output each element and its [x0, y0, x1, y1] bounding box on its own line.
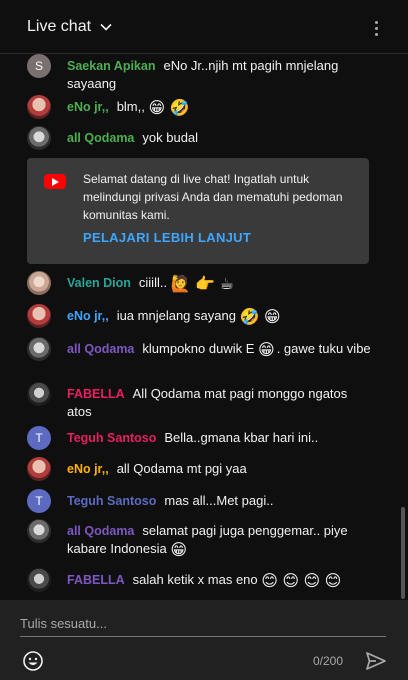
author-name[interactable]: all Qodama — [67, 131, 134, 145]
avatar[interactable] — [27, 337, 51, 361]
message-text: salah ketik x mas eno — [132, 572, 258, 587]
author-name[interactable]: all Qodama — [67, 524, 134, 538]
avatar[interactable] — [27, 95, 51, 119]
emoji-group: 🤣 😁 — [239, 309, 281, 326]
author-name[interactable]: eNo jr,, — [67, 462, 109, 476]
message-text: klumpokno duwik E — [142, 341, 255, 356]
avatar[interactable]: T — [27, 426, 51, 450]
emoji-group: 😁 🤣 — [148, 100, 190, 117]
youtube-icon — [44, 174, 66, 189]
avatar[interactable] — [27, 304, 51, 328]
author-name[interactable]: all Qodama — [67, 342, 134, 356]
send-icon[interactable] — [364, 650, 388, 672]
avatar[interactable] — [27, 126, 51, 150]
message-input[interactable] — [20, 614, 386, 633]
more-vert-icon[interactable] — [368, 18, 384, 38]
avatar[interactable] — [27, 568, 51, 592]
avatar[interactable] — [27, 271, 51, 295]
message-text: yok budal — [142, 130, 199, 145]
chat-message: FABELLA All Qodama mat pagi monggo ngatos… — [27, 382, 372, 421]
message-text: Bella..gmana kbar hari ini.. — [164, 430, 319, 445]
author-name[interactable]: Teguh Santoso — [67, 431, 156, 445]
chat-message: all Qodama klumpokno duwik E 😁. gawe tuku… — [27, 337, 372, 361]
author-name[interactable]: FABELLA — [67, 573, 125, 587]
chat-message: eNo jr,, blm,, 😁 🤣 — [27, 95, 372, 119]
chat-message: FABELLA salah ketik x mas eno 😊 😊 😊 😊 — [27, 568, 372, 592]
message-text: all Qodama mt pgi yaa — [116, 461, 247, 476]
author-name[interactable]: Saekan Apikan — [67, 59, 155, 73]
message-text: iua mnjelang sayang — [116, 308, 236, 323]
chat-feed: S Saekan Apikan eNo Jr..njih mt pagih mnj… — [0, 54, 408, 600]
chat-message: eNo jr,, all Qodama mt pgi yaa — [27, 457, 372, 481]
chat-message: all Qodama selamat pagi juga penggemar.. … — [27, 519, 372, 560]
avatar[interactable] — [27, 519, 51, 543]
char-counter: 0/200 — [313, 654, 344, 668]
avatar[interactable] — [27, 382, 51, 406]
welcome-notice: Selamat datang di live chat! Ingatlah un… — [27, 158, 369, 264]
chevron-down-icon — [100, 23, 112, 31]
emoji-group: 😁 — [170, 542, 188, 559]
chat-message: eNo jr,, iua mnjelang sayang 🤣 😁 — [27, 304, 372, 328]
emoji-group: 😁 — [258, 342, 275, 359]
author-name[interactable]: Teguh Santoso — [67, 494, 156, 508]
emoji-group: 😊 😊 😊 😊 — [261, 573, 342, 590]
avatar[interactable] — [27, 457, 51, 481]
message-text: blm,, — [116, 99, 145, 114]
emoji-group: 🙋 👉 ☕ — [170, 276, 234, 293]
avatar[interactable]: T — [27, 489, 51, 513]
chat-message: T Teguh Santoso Bella..gmana kbar hari in… — [27, 426, 372, 450]
message-text: ciiill.. — [138, 275, 168, 290]
author-name[interactable]: FABELLA — [67, 387, 125, 401]
chat-title: Live chat — [27, 17, 92, 35]
learn-more-link[interactable]: PELAJARI LEBIH LANJUT — [83, 230, 251, 245]
emoji-icon[interactable] — [22, 650, 44, 672]
chat-header: Live chat — [0, 0, 408, 54]
avatar[interactable]: S — [27, 54, 51, 78]
author-name[interactable]: Valen Dion — [67, 276, 131, 290]
chat-message: Valen Dion ciiill.. 🙋 👉 ☕ — [27, 271, 372, 295]
chat-mode-dropdown[interactable]: Live chat — [27, 18, 113, 36]
chat-message: all Qodama yok budal — [27, 126, 372, 150]
chat-message: S Saekan Apikan eNo Jr..njih mt pagih mnj… — [27, 54, 372, 93]
chat-message: T Teguh Santoso mas all...Met pagi.. — [27, 489, 372, 513]
message-text: mas all...Met pagi.. — [164, 493, 274, 508]
author-name[interactable]: eNo jr,, — [67, 309, 109, 323]
author-name[interactable]: eNo jr,, — [67, 100, 109, 114]
chat-scrollbar[interactable] — [401, 507, 405, 599]
notice-text: Selamat datang di live chat! Ingatlah un… — [83, 172, 343, 222]
message-text-cont: . gawe tuku vibe — [276, 341, 371, 356]
message-input-wrap — [20, 614, 386, 637]
chat-composer: 0/200 — [0, 600, 408, 680]
